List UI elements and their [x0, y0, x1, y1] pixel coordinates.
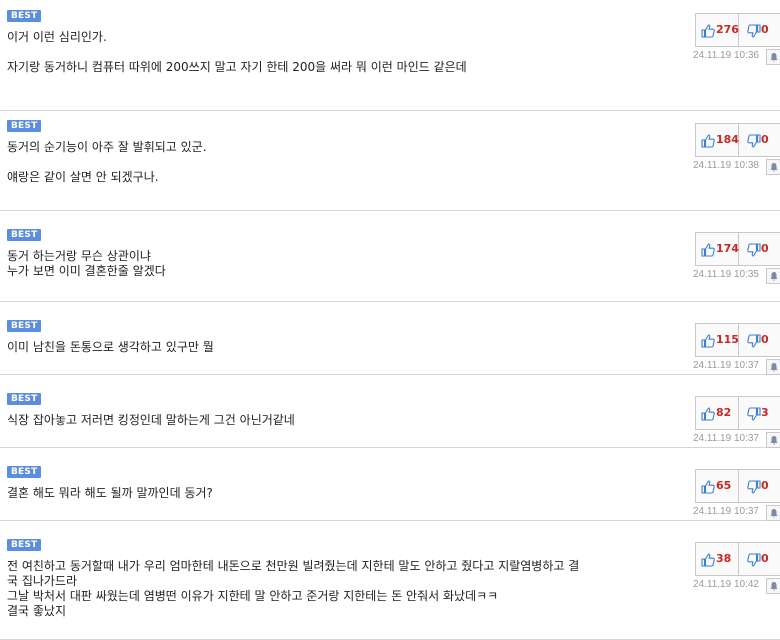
like-button[interactable]: 174: [696, 233, 739, 265]
vote-box: 276 0: [695, 13, 780, 47]
best-badge: BEST: [7, 393, 42, 405]
report-button[interactable]: [766, 578, 780, 594]
comment-text-line: 자기랑 동거하니 컴퓨터 따위에 200쓰지 말고 자기 한테 200을 써라 …: [7, 60, 467, 74]
like-count: 115: [716, 333, 739, 346]
dislike-button[interactable]: 0: [739, 124, 780, 156]
thumbs-up-icon: [701, 479, 715, 494]
dislike-count: 0: [761, 479, 769, 492]
comment-item: BEST 이미 남친을 돈통으로 생각하고 있구만 뭘 115 0 24.11.…: [0, 320, 780, 375]
comment-text: 동거의 순기능이 아주 잘 발휘되고 있군. 얘랑은 같이 살면 안 되겠구나.: [7, 140, 647, 185]
thumbs-down-icon: [747, 406, 761, 421]
comment-text-line: 결혼 해도 뭐라 해도 될까 말까인데 동거?: [7, 486, 213, 500]
comment-date: 24.11.19 10:38: [693, 160, 759, 171]
comment-text-line: 전 여친하고 동거할때 내가 우리 엄마한테 내돈으로 천만원 빌려줬는데 지한…: [7, 559, 580, 573]
comment-text: 식장 잡아놓고 저러면 킹정인데 말하는게 그건 아닌거같네: [7, 413, 647, 428]
comment-text-line: 얘랑은 같이 살면 안 되겠구나.: [7, 170, 159, 184]
thumbs-up-icon: [701, 333, 715, 348]
like-count: 82: [716, 406, 732, 419]
comment-item: BEST 이거 이런 심리인가. 자기랑 동거하니 컴퓨터 따위에 200쓰지 말…: [0, 10, 780, 111]
dislike-button[interactable]: 0: [739, 470, 780, 502]
comment-text: 동거 하는거랑 무슨 상관이냐 누가 보면 이미 결혼한줄 알겠다: [7, 249, 647, 279]
comment-text-line: 국 집나가드라: [7, 574, 78, 588]
dislike-count: 3: [761, 406, 769, 419]
comment-text-line: 이미 남친을 돈통으로 생각하고 있구만 뭘: [7, 340, 214, 354]
dislike-button[interactable]: 3: [739, 397, 780, 429]
like-count: 174: [716, 242, 739, 255]
thumbs-down-icon: [747, 23, 761, 38]
comment-date: 24.11.19 10:42: [693, 579, 759, 590]
comment-date: 24.11.19 10:36: [693, 50, 759, 61]
vote-box: 174 0: [695, 232, 780, 266]
best-badge: BEST: [7, 120, 42, 132]
thumbs-down-icon: [747, 333, 761, 348]
dislike-button[interactable]: 0: [739, 324, 780, 356]
report-button[interactable]: [766, 432, 780, 448]
comment-item: BEST 동거의 순기능이 아주 잘 발휘되고 있군. 얘랑은 같이 살면 안 되…: [0, 120, 780, 211]
comment-date: 24.11.19 10:37: [693, 360, 759, 371]
thumbs-down-icon: [747, 133, 761, 148]
like-button[interactable]: 184: [696, 124, 739, 156]
dislike-button[interactable]: 0: [739, 543, 780, 575]
like-count: 184: [716, 133, 739, 146]
comment-text-line: 누가 보면 이미 결혼한줄 알겠다: [7, 264, 166, 278]
comment-date: 24.11.19 10:37: [693, 506, 759, 517]
vote-box: 65 0: [695, 469, 780, 503]
comment-date: 24.11.19 10:37: [693, 433, 759, 444]
comment-text: 이거 이런 심리인가. 자기랑 동거하니 컴퓨터 따위에 200쓰지 말고 자기 …: [7, 30, 647, 75]
comment-text-line: 식장 잡아놓고 저러면 킹정인데 말하는게 그건 아닌거같네: [7, 413, 295, 427]
report-button[interactable]: [766, 505, 780, 521]
comment-blank-line: [7, 155, 647, 170]
like-button[interactable]: 276: [696, 14, 739, 46]
comment-item: BEST 전 여친하고 동거할때 내가 우리 엄마한테 내돈으로 천만원 빌려줬…: [0, 539, 780, 640]
vote-box: 115 0: [695, 323, 780, 357]
dislike-count: 0: [761, 552, 769, 565]
vote-box: 82 3: [695, 396, 780, 430]
comment-text: 전 여친하고 동거할때 내가 우리 엄마한테 내돈으로 천만원 빌려줬는데 지한…: [7, 559, 647, 619]
comment-text-line: 이거 이런 심리인가.: [7, 30, 107, 44]
comment-item: BEST 결혼 해도 뭐라 해도 될까 말까인데 동거? 65 0 24.11.…: [0, 466, 780, 521]
best-badge: BEST: [7, 10, 42, 22]
report-button[interactable]: [766, 159, 780, 175]
report-button[interactable]: [766, 268, 780, 284]
thumbs-down-icon: [747, 242, 761, 257]
thumbs-up-icon: [701, 242, 715, 257]
thumbs-down-icon: [747, 479, 761, 494]
report-button[interactable]: [766, 49, 780, 65]
dislike-count: 0: [761, 242, 769, 255]
dislike-count: 0: [761, 333, 769, 346]
best-badge: BEST: [7, 466, 42, 478]
comment-item: BEST 식장 잡아놓고 저러면 킹정인데 말하는게 그건 아닌거같네 82 3…: [0, 393, 780, 448]
comment-blank-line: [7, 45, 647, 60]
comment-text: 이미 남친을 돈통으로 생각하고 있구만 뭘: [7, 340, 647, 355]
thumbs-up-icon: [701, 133, 715, 148]
dislike-button[interactable]: 0: [739, 233, 780, 265]
comment-text-line: 그날 박처서 대판 싸웠는데 염병떤 이유가 지한테 말 안하고 준거랑 지한테…: [7, 589, 499, 603]
comment-text-line: 동거 하는거랑 무슨 상관이냐: [7, 249, 151, 263]
like-count: 38: [716, 552, 732, 565]
best-badge: BEST: [7, 539, 42, 551]
comment-date: 24.11.19 10:35: [693, 269, 759, 280]
best-badge: BEST: [7, 320, 42, 332]
like-button[interactable]: 38: [696, 543, 739, 575]
dislike-count: 0: [761, 23, 769, 36]
comment-text: 결혼 해도 뭐라 해도 될까 말까인데 동거?: [7, 486, 647, 501]
thumbs-down-icon: [747, 552, 761, 567]
comment-item: BEST 동거 하는거랑 무슨 상관이냐 누가 보면 이미 결혼한줄 알겠다 17…: [0, 229, 780, 302]
comment-text-line: 동거의 순기능이 아주 잘 발휘되고 있군.: [7, 140, 207, 154]
like-button[interactable]: 115: [696, 324, 739, 356]
like-button[interactable]: 65: [696, 470, 739, 502]
best-badge: BEST: [7, 229, 42, 241]
comment-text-line: 결국 좋났지: [7, 604, 67, 618]
like-button[interactable]: 82: [696, 397, 739, 429]
dislike-count: 0: [761, 133, 769, 146]
thumbs-up-icon: [701, 406, 715, 421]
like-count: 276: [716, 23, 739, 36]
vote-box: 184 0: [695, 123, 780, 157]
report-button[interactable]: [766, 359, 780, 375]
dislike-button[interactable]: 0: [739, 14, 780, 46]
thumbs-up-icon: [701, 552, 715, 567]
like-count: 65: [716, 479, 732, 492]
thumbs-up-icon: [701, 23, 715, 38]
vote-box: 38 0: [695, 542, 780, 576]
